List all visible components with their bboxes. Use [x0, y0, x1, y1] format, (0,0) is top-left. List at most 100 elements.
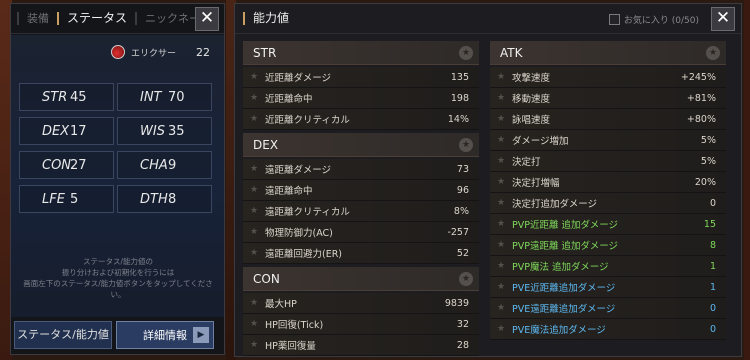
- stat-row-value: 1: [709, 281, 716, 293]
- favorite-star-icon[interactable]: ★: [490, 219, 512, 229]
- stat-row-label: 最大HP: [265, 299, 297, 310]
- stat-row: ★ 近距離ダメージ 135: [243, 67, 479, 88]
- elixir-label: エリクサー: [130, 48, 176, 59]
- status-ability-button[interactable]: ステータス/能力値: [14, 321, 112, 349]
- favorite-star-icon[interactable]: ★: [490, 198, 512, 208]
- favorite-star-icon[interactable]: ★: [490, 303, 512, 313]
- star-icon[interactable]: ★: [459, 46, 473, 60]
- arrow-right-icon: ▶: [193, 327, 209, 343]
- favorites-filter[interactable]: お気に入り (0/50): [608, 13, 699, 26]
- stat-row-value: 20%: [694, 176, 716, 188]
- favorite-star-icon[interactable]: ★: [243, 248, 265, 258]
- stat-key: STR: [42, 89, 68, 105]
- stat-row: ★ PVE遠距離追加ダメージ 0: [490, 298, 726, 319]
- stat-row-label: PVE魔法追加ダメージ: [512, 325, 606, 336]
- status-panel: 装備 ステータス ニックネーム ✕ エリクサー 22 STR 45 INT 70…: [10, 3, 225, 355]
- favorite-star-icon[interactable]: ★: [490, 135, 512, 145]
- stat-row: ★ PVE近距離追加ダメージ 1: [490, 277, 726, 298]
- stat-row-label: 決定打追加ダメージ: [512, 199, 598, 210]
- stat-row-label: 決定打: [512, 157, 541, 168]
- stat-row: ★ 近距離クリティカル 14%: [243, 109, 479, 130]
- section-title: DEX: [253, 137, 279, 152]
- elixir-value: 22: [196, 45, 210, 59]
- favorite-star-icon[interactable]: ★: [243, 227, 265, 237]
- section-header-atk: ATK ★: [490, 41, 726, 65]
- stat-row-label: 近距離ダメージ: [265, 73, 332, 84]
- stat-value: 8: [168, 191, 177, 207]
- stat-row-label: 決定打増幅: [512, 178, 560, 189]
- stat-row: ★ 決定打追加ダメージ 0: [490, 193, 726, 214]
- stat-row-label: PVP魔法 追加ダメージ: [512, 262, 609, 273]
- detail-info-button[interactable]: 詳細情報 ▶: [116, 321, 214, 349]
- stat-value: 70: [168, 89, 185, 105]
- stat-row-value: 28: [456, 339, 469, 351]
- elixir-icon: [110, 45, 125, 59]
- favorites-checkbox[interactable]: [608, 14, 620, 25]
- stat-row-value: -257: [447, 226, 469, 238]
- star-icon[interactable]: ★: [706, 46, 720, 60]
- detail-info-label: 詳細情報: [143, 329, 187, 342]
- stat-row: ★ PVE魔法追加ダメージ 0: [490, 319, 726, 340]
- favorite-star-icon[interactable]: ★: [243, 72, 265, 82]
- section-title: CON: [253, 271, 280, 286]
- status-buttons: ステータス/能力値 詳細情報 ▶: [11, 318, 224, 354]
- star-icon[interactable]: ★: [459, 272, 473, 286]
- stat-row-label: 近距離命中: [265, 94, 313, 105]
- stat-row-value: 8: [709, 239, 716, 251]
- stat-row: ★ 遠距離回避力(ER) 52: [243, 243, 479, 264]
- favorite-star-icon[interactable]: ★: [490, 114, 512, 124]
- stat-key: WIS: [140, 123, 165, 139]
- stat-row-value: 135: [450, 71, 469, 83]
- tab-equipment[interactable]: 装備: [17, 12, 57, 25]
- allocation-note: ステータス/能力値の 振り分けおよび初期化を行うには 画面左下のステータス/能力…: [21, 256, 215, 300]
- stat-value: 45: [70, 89, 87, 105]
- stat-int: INT 70: [117, 83, 212, 111]
- stat-row-value: 0: [709, 302, 716, 314]
- stat-wis: WIS 35: [117, 117, 212, 145]
- favorites-label: お気に入り (0/50): [623, 16, 699, 26]
- status-tabs: 装備 ステータス ニックネーム ✕: [11, 4, 224, 34]
- stat-row-value: 1: [709, 260, 716, 272]
- stat-row-value: 32: [456, 318, 469, 330]
- stat-row-label: 遠距離ダメージ: [265, 165, 332, 176]
- stat-value: 17: [70, 123, 87, 139]
- stat-row-value: +81%: [686, 92, 716, 104]
- stat-row: ★ 遠距離クリティカル 8%: [243, 201, 479, 222]
- favorite-star-icon[interactable]: ★: [243, 319, 265, 329]
- stat-key: DEX: [42, 123, 70, 139]
- favorite-star-icon[interactable]: ★: [490, 240, 512, 250]
- tab-status[interactable]: ステータス: [57, 12, 135, 25]
- stat-row: ★ HP薬回復量 28: [243, 335, 479, 356]
- star-icon[interactable]: ★: [459, 138, 473, 152]
- stat-row: ★ PVP近距離 追加ダメージ 15: [490, 214, 726, 235]
- stat-row-value: 15: [703, 218, 716, 230]
- stat-row: ★ 遠距離命中 96: [243, 180, 479, 201]
- stat-row-label: PVP近距離 追加ダメージ: [512, 220, 619, 231]
- stat-row-value: 14%: [447, 113, 469, 125]
- stat-row: ★ 近距離命中 198: [243, 88, 479, 109]
- favorite-star-icon[interactable]: ★: [490, 282, 512, 292]
- stat-row-value: +80%: [686, 113, 716, 125]
- favorite-star-icon[interactable]: ★: [490, 93, 512, 103]
- favorite-star-icon[interactable]: ★: [490, 324, 512, 334]
- close-status-button[interactable]: ✕: [195, 7, 219, 31]
- favorite-star-icon[interactable]: ★: [490, 261, 512, 271]
- favorite-star-icon[interactable]: ★: [243, 93, 265, 103]
- favorite-star-icon[interactable]: ★: [243, 298, 265, 308]
- stat-lfe: LFE 5: [19, 185, 114, 213]
- favorite-star-icon[interactable]: ★: [243, 185, 265, 195]
- close-ability-button[interactable]: ✕: [711, 7, 735, 31]
- favorite-star-icon[interactable]: ★: [243, 114, 265, 124]
- favorite-star-icon[interactable]: ★: [243, 340, 265, 350]
- stat-value: 5: [70, 191, 79, 207]
- stat-row-label: ダメージ増加: [512, 136, 569, 147]
- stat-row: ★ HP回復(Tick) 32: [243, 314, 479, 335]
- stat-row: ★ 最大HP 9839: [243, 293, 479, 314]
- favorite-star-icon[interactable]: ★: [490, 156, 512, 166]
- favorite-star-icon[interactable]: ★: [490, 72, 512, 82]
- stat-row: ★ 物理防御力(AC) -257: [243, 222, 479, 243]
- favorite-star-icon[interactable]: ★: [490, 177, 512, 187]
- favorite-star-icon[interactable]: ★: [243, 164, 265, 174]
- favorite-star-icon[interactable]: ★: [243, 206, 265, 216]
- section-header-str: STR ★: [243, 41, 479, 65]
